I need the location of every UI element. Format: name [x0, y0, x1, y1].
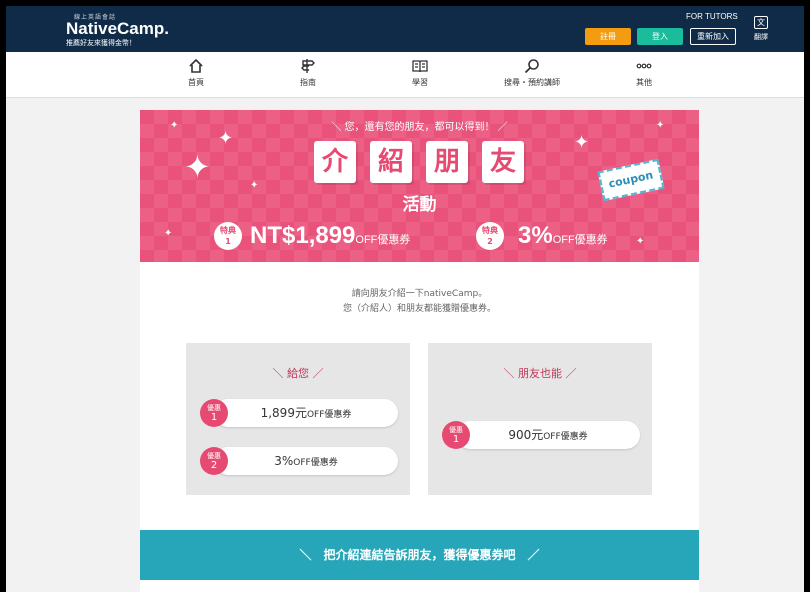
reward-pill: 3%OFF優惠券 [214, 447, 398, 475]
sparkle-icon: ✦ [574, 132, 590, 153]
perk-amount: 3% [518, 222, 553, 249]
reward-value: 1,899元 [260, 406, 307, 420]
hero-banner: ✦ ✦ ✦ ✦ ✦ ✦ ✦ ✦ ＼ 您，還有您的朋友，都可以得到！ ／ 介 紹 … [140, 110, 699, 262]
logo-brand: NativeCamp. [66, 19, 169, 38]
perk-badge-number: 1 [225, 237, 231, 246]
reward-badge: 優惠 1 [200, 399, 228, 427]
referral-card: ✦ ✦ ✦ ✦ ✦ ✦ ✦ ✦ ＼ 您，還有您的朋友，都可以得到！ ／ 介 紹 … [140, 110, 699, 592]
search-icon [524, 59, 539, 74]
nav-item-label: 首頁 [188, 78, 204, 87]
perk-badge-label: 特典 [482, 226, 498, 235]
hero-title: 介 紹 朋 友 [314, 141, 526, 183]
rejoin-button[interactable]: 重新加入 [690, 28, 736, 45]
reward-value: 900元 [508, 428, 544, 442]
reward-badge-number: 1 [452, 434, 460, 445]
reward-suffix: OFF優惠券 [306, 410, 352, 420]
reward-panel-you: ＼ 給您 ／ 1,899元OFF優惠券 優惠 1 3%OFF優惠券 優惠 2 [186, 343, 410, 495]
reward-pill: 1,899元OFF優惠券 [214, 399, 398, 427]
title-char: 朋 [426, 141, 468, 183]
sparkle-icon: ✦ [184, 148, 211, 186]
perk-badge-number: 2 [487, 237, 493, 246]
home-icon [189, 58, 203, 73]
signpost-icon [301, 59, 315, 73]
reward-suffix: OFF優惠券 [543, 432, 588, 442]
translate-icon: 文 [754, 16, 768, 29]
title-char: 介 [314, 141, 356, 183]
reward-badge: 優惠 1 [442, 421, 470, 449]
reward-badge-number: 2 [210, 460, 218, 471]
title-char: 紹 [370, 141, 412, 183]
top-header: 線上英語會話 NativeCamp. 推薦好友來獲得金幣！ FOR TUTORS… [6, 6, 804, 52]
perk-badge: 特典 2 [476, 222, 504, 250]
intro-text: 請向朋友介紹一下nativeCamp。 您（介紹人）和朋友都能獲贈優惠券。 [140, 287, 699, 317]
nav-item-search-tutors[interactable]: 搜尋・預約講師 [492, 58, 572, 88]
translate-label: 翻譯 [754, 33, 768, 41]
nav-item-guide[interactable]: 指南 [268, 58, 348, 88]
register-button[interactable]: 註冊 [585, 28, 631, 45]
perk1-value: NT$1,899OFF優惠券 [250, 222, 410, 254]
more-icon [636, 63, 652, 69]
main-nav: 首頁 指南 學習 搜尋・預約講師 其他 [6, 52, 804, 98]
nav-item-study[interactable]: 學習 [380, 58, 460, 88]
browser-frame: 線上英語會話 NativeCamp. 推薦好友來獲得金幣！ FOR TUTORS… [6, 6, 804, 592]
nav-item-label: 學習 [412, 78, 428, 87]
panel-title: ＼ 朋友也能 ／ [503, 367, 577, 380]
reward-suffix: OFF優惠券 [293, 458, 338, 468]
title-char: 友 [482, 141, 524, 183]
perk-suffix: OFF優惠券 [552, 234, 608, 246]
sparkle-icon: ✦ [636, 236, 645, 247]
logo[interactable]: 線上英語會話 NativeCamp. 推薦好友來獲得金幣！ [66, 12, 169, 48]
reward-pill: 900元OFF優惠券 [456, 421, 640, 449]
nav-item-label: 其他 [636, 78, 652, 87]
intro-line: 您（介紹人）和朋友都能獲贈優惠券。 [342, 304, 496, 314]
reward-panel-friend: ＼ 朋友也能 ／ 900元OFF優惠券 優惠 1 [428, 343, 652, 495]
nav-item-label: 指南 [300, 78, 316, 87]
nav-item-home[interactable]: 首頁 [156, 58, 236, 88]
intro-line: 請向朋友介紹一下nativeCamp。 [351, 289, 488, 299]
nav-item-label: 搜尋・預約講師 [504, 78, 560, 87]
reward-value: 3% [274, 454, 294, 468]
perk-badge-label: 特典 [220, 226, 236, 235]
perk-badge: 特典 1 [214, 222, 242, 250]
login-button[interactable]: 登入 [637, 28, 683, 45]
nav-item-other[interactable]: 其他 [604, 58, 684, 88]
hero-subtitle: ＼ 您，還有您的朋友，都可以得到！ ／ [331, 122, 508, 133]
reward-badge-number: 1 [210, 412, 218, 423]
translate-button[interactable]: 文 翻譯 [750, 16, 772, 42]
panel-title: ＼ 給您 ／ [272, 367, 324, 380]
perk-suffix: OFF優惠券 [355, 234, 411, 246]
logo-tagline: 推薦好友來獲得金幣！ [66, 39, 136, 47]
perk2-value: 3%OFF優惠券 [518, 222, 608, 254]
book-icon [412, 60, 428, 73]
reward-badge: 優惠 2 [200, 447, 228, 475]
sparkle-icon: ✦ [164, 228, 173, 239]
perk-amount: NT$1,899 [250, 222, 356, 249]
for-tutors-link[interactable]: FOR TUTORS [686, 12, 738, 21]
share-link-banner[interactable]: ＼ 把介紹連結告訴朋友，獲得優惠券吧 ／ [140, 530, 699, 580]
